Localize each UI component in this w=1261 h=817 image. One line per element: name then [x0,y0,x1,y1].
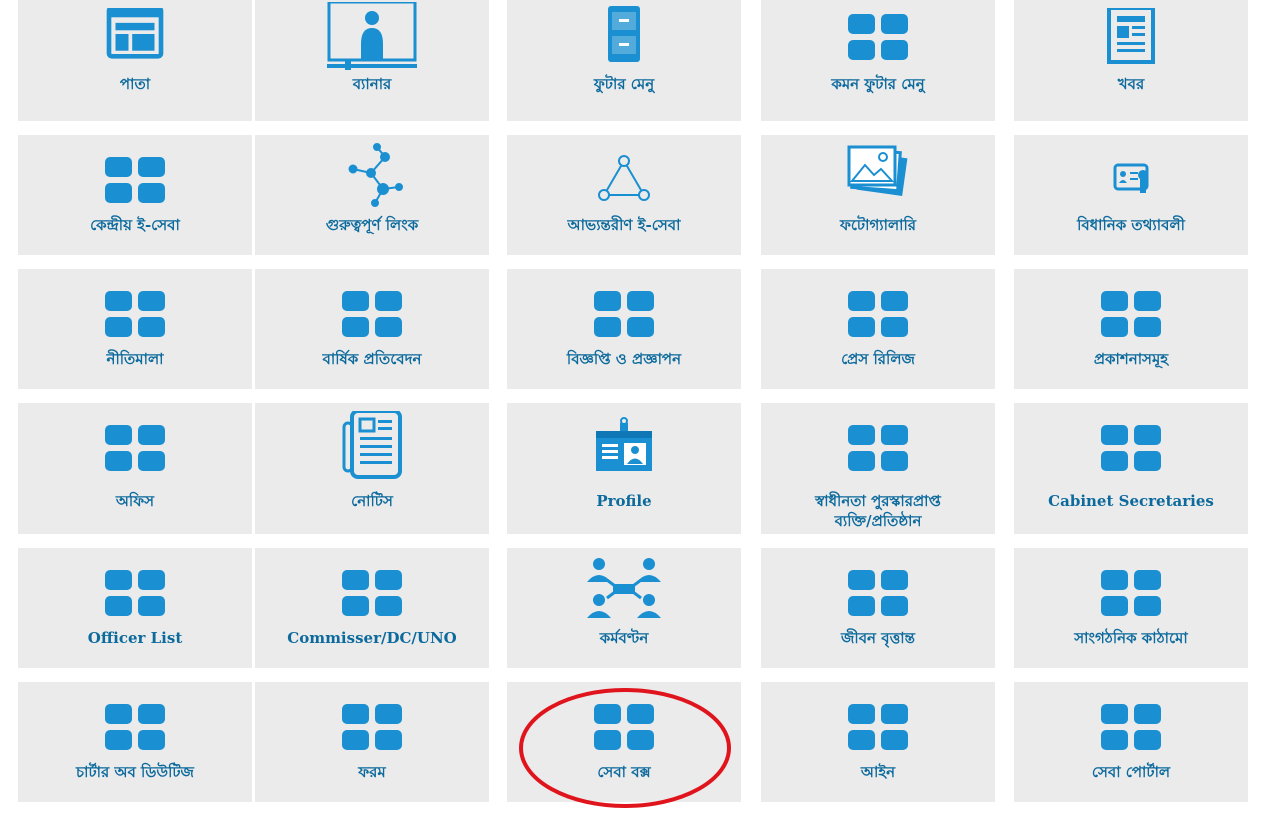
tile-important-links[interactable]: গুরুত্বপূর্ণ লিংক [255,135,489,255]
network-icon [348,143,403,207]
grid-icon [594,704,654,750]
grid-icon [342,704,402,750]
grid-icon [1101,570,1161,616]
people-network-icon [587,558,661,618]
tile-label: চার্টার অব ডিউটিজ [76,763,194,781]
grid-icon [342,291,402,337]
grid-icon [594,291,654,337]
tile-label: পাতা [119,75,151,93]
certificate-icon [1113,163,1149,193]
banner-icon [327,2,417,70]
tile-independence-award[interactable]: স্বাধীনতা পুরস্কারপ্রাপ্ত ব্যক্তি/প্রতিষ… [761,403,995,534]
tile-label: Cabinet Secretaries [1048,492,1214,510]
grid-icon [848,425,908,471]
web-page-icon [106,8,164,59]
tile-press-release[interactable]: প্রেস রিলিজ [761,269,995,389]
tile-work-distribution[interactable]: কর্মবণ্টন [507,548,741,668]
grid-icon [105,425,165,471]
tile-service-portal[interactable]: সেবা পোর্টাল [1014,682,1248,802]
tile-central-eservice[interactable]: কেন্দ্রীয় ই-সেবা [18,135,252,255]
tile-news[interactable]: খবর [1014,0,1248,121]
tile-label: বিধানিক তথ্যাবলী [1077,216,1185,234]
grid-icon [848,704,908,750]
grid-icon [105,291,165,337]
grid-icon [1101,425,1161,471]
tile-label: প্রকাশনাসমূহ [1093,350,1169,368]
grid-icon [105,704,165,750]
tile-policy[interactable]: নীতিমালা [18,269,252,389]
notice-icon [342,411,402,479]
tile-label: Commisser/DC/UNO [287,629,457,647]
tile-charter-of-duties[interactable]: চার্টার অব ডিউটিজ [18,682,252,802]
tile-pata[interactable]: পাতা [18,0,252,121]
tile-banner[interactable]: ব্যানার [255,0,489,121]
tile-profile[interactable]: Profile [507,403,741,534]
tile-officer-list[interactable]: Officer List [18,548,252,668]
tile-law[interactable]: আইন [761,682,995,802]
tile-label: অফিস [115,492,155,510]
tile-label: নীতিমালা [106,350,164,368]
id-card-icon [596,417,652,471]
tile-label: Officer List [87,629,183,647]
tile-label: বিজ্ঞপ্তি ও প্রজ্ঞাপন [566,350,682,368]
photos-icon [847,145,908,197]
tile-label: ফরম [358,763,386,781]
tile-label: কমন ফুটার মেনু [831,75,925,93]
cabinet-icon [608,6,640,62]
tile-label: আইন [860,763,896,781]
tile-annual-report[interactable]: বার্ষিক প্রতিবেদন [255,269,489,389]
content-type-grid: পাতা ব্যানার ফুটার মেনু কমন ফুটার মেনু খ… [0,0,1261,817]
tile-label: কর্মবণ্টন [599,629,649,647]
tile-label: সেবা পোর্টাল [1091,763,1171,781]
tile-label: বার্ষিক প্রতিবেদন [322,350,422,368]
tile-service-box[interactable]: সেবা বক্স [507,682,741,802]
tile-organogram[interactable]: সাংগঠনিক কাঠামো [1014,548,1248,668]
tile-label: প্রেস রিলিজ [841,350,915,368]
grid-icon [1101,291,1161,337]
tile-photo-gallery[interactable]: ফটোগ্যালারি [761,135,995,255]
tile-footer-menu[interactable]: ফুটার মেনু [507,0,741,121]
grid-icon [848,291,908,337]
tile-office[interactable]: অফিস [18,403,252,534]
newspaper-icon [1107,8,1155,64]
tile-label: ফুটার মেনু [593,75,655,93]
tile-label: ব্যানার [352,75,392,93]
tile-common-footer-menu[interactable]: কমন ফুটার মেনু [761,0,995,121]
tile-statutory-info[interactable]: বিধানিক তথ্যাবলী [1014,135,1248,255]
tile-publications[interactable]: প্রকাশনাসমূহ [1014,269,1248,389]
tile-label: খবর [1117,75,1145,93]
tile-notice[interactable]: নোটিস [255,403,489,534]
tile-notification[interactable]: বিজ্ঞপ্তি ও প্রজ্ঞাপন [507,269,741,389]
grid-icon [848,570,908,616]
tile-label: কেন্দ্রীয় ই-সেবা [90,216,180,234]
tile-cabinet-secretaries[interactable]: Cabinet Secretaries [1014,403,1248,534]
tile-label: সাংগঠনিক কাঠামো [1074,629,1188,647]
tile-label: জীবন বৃত্তান্ত [841,629,915,647]
tile-biography[interactable]: জীবন বৃত্তান্ত [761,548,995,668]
grid-icon [342,570,402,616]
tile-label: স্বাধীনতা পুরস্কারপ্রাপ্ত ব্যক্তি/প্রতিষ… [815,492,941,530]
grid-icon [105,157,165,203]
grid-icon [1101,704,1161,750]
tile-label: আভ্যন্তরীণ ই-সেবা [567,216,681,234]
grid-icon [105,570,165,616]
tile-internal-eservice[interactable]: আভ্যন্তরীণ ই-সেবা [507,135,741,255]
tile-commissioner-dc-uno[interactable]: Commisser/DC/UNO [255,548,489,668]
tile-label: নোটিস [351,492,393,510]
triangle-network-icon [598,155,650,201]
tile-label: গুরুত্বপূর্ণ লিংক [325,216,419,234]
tile-label: ফটোগ্যালারি [839,216,917,234]
tile-label: Profile [596,492,652,510]
grid-icon [848,14,908,60]
tile-forms[interactable]: ফরম [255,682,489,802]
tile-label: সেবা বক্স [597,763,651,781]
